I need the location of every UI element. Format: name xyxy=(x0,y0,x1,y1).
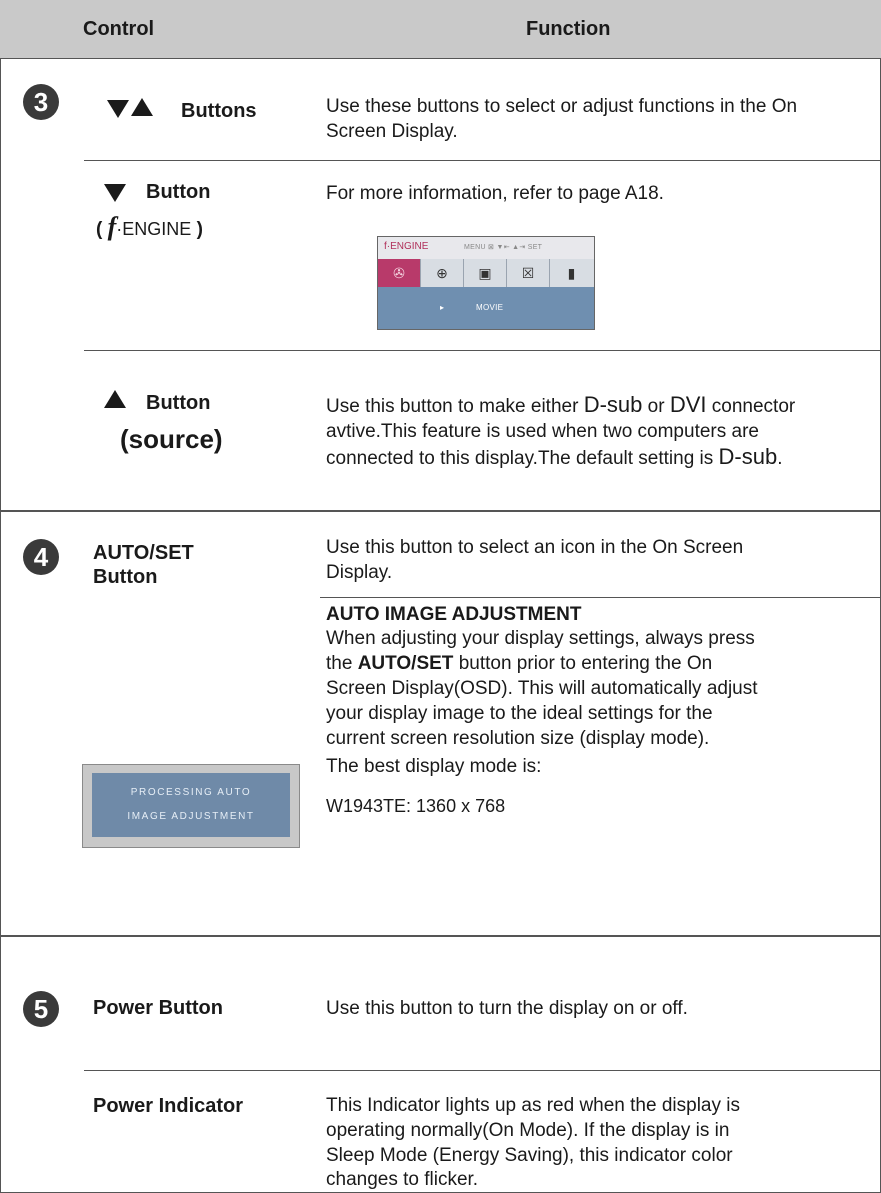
processing-auto-panel: PROCESSING AUTO IMAGE ADJUSTMENT xyxy=(92,773,290,837)
up-button-label: Button xyxy=(146,392,211,414)
fengine-f-glyph: f xyxy=(107,212,117,241)
section-number-3: 3 xyxy=(23,84,59,120)
buttons-label: Buttons xyxy=(181,100,257,122)
power-button-description: Use this button to turn the display on o… xyxy=(326,998,688,1019)
section-divider xyxy=(0,935,881,937)
auto-adjust-title: AUTO IMAGE ADJUSTMENT xyxy=(326,604,582,625)
processing-line-2: IMAGE ADJUSTMENT xyxy=(127,811,255,822)
auto-text: the xyxy=(326,653,358,674)
buttons-description-line-1: Use these buttons to select or adjust fu… xyxy=(326,96,798,117)
close-box-icon: ☒ xyxy=(507,259,550,287)
power-indicator-line-2: operating normally(On Mode). If the disp… xyxy=(326,1120,730,1141)
source-text: connected to this display.The default se… xyxy=(326,448,719,469)
autoset-description-line-1: Use this button to select an icon in the… xyxy=(326,537,744,558)
fengine-label: ( f·ENGINE ) xyxy=(96,212,203,242)
power-indicator-line-3: Sleep Mode (Energy Saving), this indicat… xyxy=(326,1145,733,1166)
power-indicator-line-1: This Indicator lights up as red when the… xyxy=(326,1095,740,1116)
divider xyxy=(84,160,881,161)
autoset-label-line-1: AUTO/SET xyxy=(93,542,194,564)
source-label: (source) xyxy=(120,424,223,454)
auto-adjust-line-2: the AUTO/SET button prior to entering th… xyxy=(326,651,712,676)
dvi-text: DVI xyxy=(669,392,707,417)
osd-icon-row: ✇ ⊕ ▣ ☒ ▮ xyxy=(378,259,594,287)
power-button-label: Power Button xyxy=(93,997,223,1019)
down-triangle-icon xyxy=(107,100,129,123)
buttons-description-line-2: Screen Display. xyxy=(326,121,458,142)
auto-text: button prior to entering the On xyxy=(453,653,713,674)
osd-arrow-icon: ▸ xyxy=(440,303,445,312)
divider xyxy=(320,597,881,598)
source-description-line-1: Use this button to make either D-sub or … xyxy=(326,392,795,419)
dsub-text: D-sub xyxy=(718,444,778,469)
up-triangle-icon xyxy=(131,98,153,121)
source-text: . xyxy=(777,448,783,469)
globe-icon: ⊕ xyxy=(421,259,464,287)
auto-adjust-line-1: When adjusting your display settings, al… xyxy=(326,628,755,649)
source-description-line-3: connected to this display.The default se… xyxy=(326,444,783,471)
source-description-line-2: avtive.This feature is used when two com… xyxy=(326,421,759,442)
divider xyxy=(84,350,881,351)
auto-adjust-line-4: your display image to the ideal settings… xyxy=(326,703,713,724)
dsub-text: D-sub xyxy=(583,392,643,417)
autoset-description-line-2: Display. xyxy=(326,562,393,583)
section-divider xyxy=(0,510,881,512)
osd-title: f·ENGINE xyxy=(384,241,429,252)
up-triangle-icon xyxy=(104,390,126,413)
power-indicator-label: Power Indicator xyxy=(93,1095,244,1117)
osd-menu-hint: MENU ⊠ ▼⇤ ▲⇥ SET xyxy=(464,244,543,251)
osd-mode-bar: ▸ MOVIE xyxy=(378,287,594,329)
source-text: or xyxy=(642,396,670,417)
best-mode-label: The best display mode is: xyxy=(326,756,542,777)
auto-adjust-line-5: current screen resolution size (display … xyxy=(326,728,710,749)
processing-line-1: PROCESSING AUTO xyxy=(130,787,252,798)
section-number-5: 5 xyxy=(23,991,59,1027)
source-text: connector xyxy=(706,396,796,417)
fengine-osd-preview: f·ENGINE MENU ⊠ ▼⇤ ▲⇥ SET ✇ ⊕ ▣ ☒ ▮ ▸ MO… xyxy=(377,236,595,330)
fengine-open-paren: ( xyxy=(96,219,103,240)
down-button-description: For more information, refer to page A18. xyxy=(326,183,664,204)
source-text: Use this button to make either xyxy=(326,396,584,417)
processing-auto-box: PROCESSING AUTO IMAGE ADJUSTMENT xyxy=(82,764,300,848)
osd-header: f·ENGINE MENU ⊠ ▼⇤ ▲⇥ SET xyxy=(378,237,594,259)
section-number-4: 4 xyxy=(23,539,59,575)
film-icon: ▮ xyxy=(567,264,576,281)
osd-mode-label: MOVIE xyxy=(476,303,504,312)
autoset-label-line-2: Button xyxy=(93,566,158,588)
best-mode-value: W1943TE: 1360 x 768 xyxy=(326,796,506,816)
auto-adjust-line-3: Screen Display(OSD). This will automatic… xyxy=(326,678,758,699)
fengine-text: ·ENGINE xyxy=(116,219,192,239)
down-button-label: Button xyxy=(146,181,211,203)
function-column-header: Function xyxy=(526,18,611,40)
control-column-header: Control xyxy=(83,18,155,40)
down-triangle-icon xyxy=(104,184,126,207)
autoset-emphasis: AUTO/SET xyxy=(357,653,454,674)
power-indicator-line-4: changes to flicker. xyxy=(326,1169,479,1190)
fengine-close-paren: ) xyxy=(196,219,203,240)
movie-reel-icon: ✇ xyxy=(378,259,421,287)
picture-icon: ▣ xyxy=(464,259,507,287)
divider xyxy=(84,1070,881,1071)
